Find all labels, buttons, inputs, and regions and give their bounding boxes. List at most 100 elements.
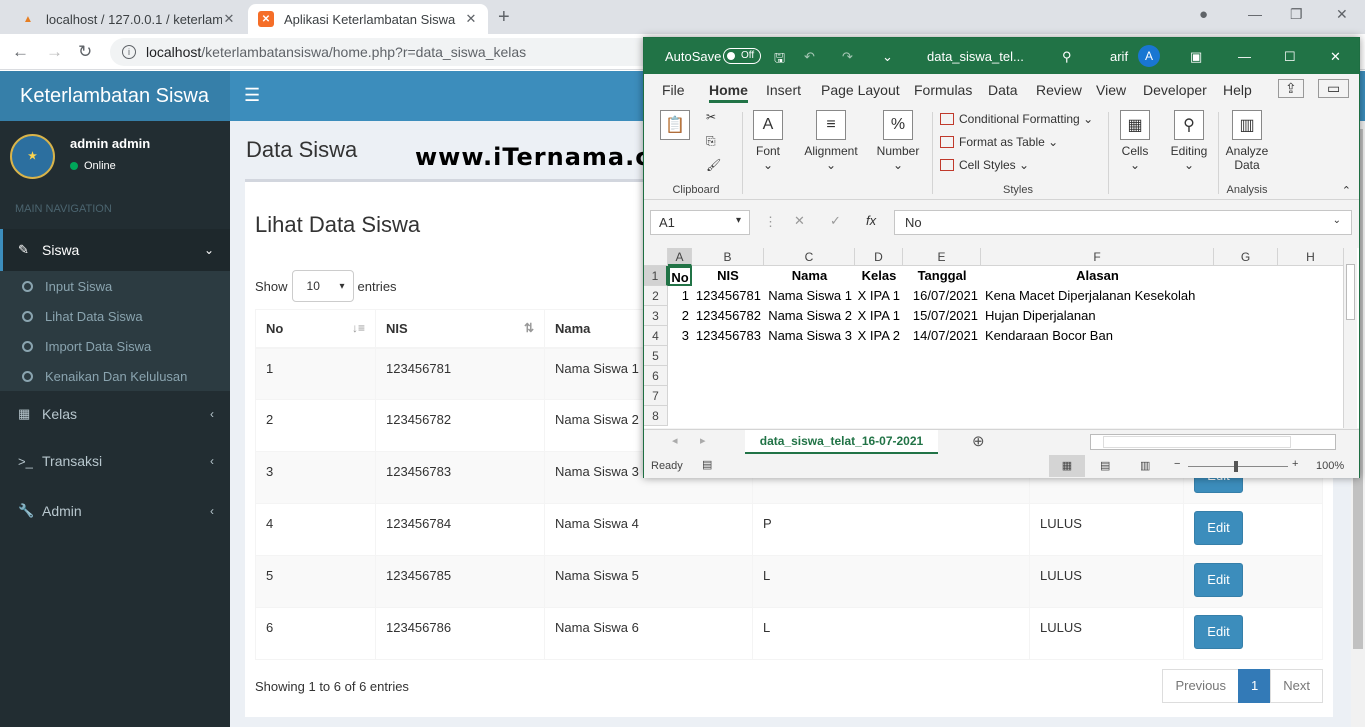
column-header[interactable]: C: [764, 248, 855, 266]
edit-button[interactable]: Edit: [1194, 563, 1243, 597]
zoom-slider[interactable]: [1188, 461, 1288, 472]
tab-page-layout[interactable]: Page Layout: [821, 82, 900, 98]
info-icon[interactable]: i: [122, 45, 136, 59]
collapse-ribbon-icon[interactable]: ⌃: [1342, 184, 1351, 197]
paste-icon[interactable]: 📋: [660, 110, 690, 140]
row-header[interactable]: 7: [644, 386, 668, 406]
spreadsheet-cell[interactable]: Nama: [764, 266, 855, 286]
row-header[interactable]: 1: [644, 266, 668, 286]
spreadsheet-cell[interactable]: Tanggal: [903, 266, 981, 286]
avatar[interactable]: A: [1138, 45, 1160, 67]
row-header[interactable]: 5: [644, 346, 668, 366]
next-button[interactable]: Next: [1270, 669, 1323, 703]
alignment-button[interactable]: ≡ Alignment ⌄: [798, 108, 864, 198]
close-tab-icon[interactable]: ✕: [222, 11, 236, 27]
spreadsheet-cell[interactable]: X IPA 1: [855, 286, 903, 306]
sidebar-item-transaksi[interactable]: >_ Transaksi ‹: [0, 437, 230, 485]
close-tab-icon[interactable]: ✕: [464, 11, 478, 27]
edit-button[interactable]: Edit: [1194, 615, 1243, 649]
profile-menu-icon[interactable]: ●: [1199, 6, 1208, 23]
column-header[interactable]: G: [1214, 248, 1278, 266]
insert-function-icon[interactable]: fx: [866, 213, 876, 228]
cancel-icon[interactable]: ✕: [794, 213, 805, 229]
tab-data[interactable]: Data: [988, 82, 1018, 98]
scrollbar-thumb[interactable]: [1346, 264, 1355, 320]
page-break-view-icon[interactable]: ▥: [1140, 459, 1150, 472]
spreadsheet-cell[interactable]: 16/07/2021: [903, 286, 981, 306]
minimize-icon[interactable]: —: [1238, 49, 1251, 64]
zoom-in-icon[interactable]: +: [1292, 458, 1298, 470]
browser-tab-active[interactable]: ✕ Aplikasi Keterlambatan Siswa ✕: [248, 4, 488, 34]
vertical-scrollbar[interactable]: [1343, 248, 1357, 428]
spreadsheet-cell[interactable]: 123456782: [692, 306, 764, 326]
scrollbar-thumb[interactable]: [1103, 436, 1291, 448]
close-window-icon[interactable]: ✕: [1336, 6, 1348, 23]
entries-select[interactable]: 10 ▾: [291, 270, 354, 302]
submenu-import-data-siswa[interactable]: Import Data Siswa: [0, 331, 230, 361]
submenu-lihat-data-siswa[interactable]: Lihat Data Siswa: [0, 301, 230, 331]
row-header[interactable]: 2: [644, 286, 668, 306]
spreadsheet-cell[interactable]: 15/07/2021: [903, 306, 981, 326]
spreadsheet-cell[interactable]: 2: [668, 306, 692, 326]
add-sheet-icon[interactable]: ⊕: [972, 432, 985, 450]
prev-sheet-icon[interactable]: ◂: [672, 434, 678, 447]
tab-view[interactable]: View: [1096, 82, 1126, 98]
comments-icon[interactable]: ▭: [1318, 79, 1350, 98]
customize-qat-icon[interactable]: ⌄: [882, 49, 893, 65]
tab-help[interactable]: Help: [1223, 82, 1252, 98]
spreadsheet-cell[interactable]: No: [668, 266, 692, 286]
spreadsheet-cell[interactable]: NIS: [692, 266, 764, 286]
row-header[interactable]: 3: [644, 306, 668, 326]
zoom-out-icon[interactable]: −: [1174, 458, 1180, 470]
spreadsheet-cell[interactable]: Alasan: [981, 266, 1214, 286]
spreadsheet-cell[interactable]: Kena Macet Diperjalanan Kesekolah: [981, 286, 1281, 306]
spreadsheet-cell[interactable]: Nama Siswa 1: [764, 286, 855, 306]
close-icon[interactable]: ✕: [1330, 49, 1341, 65]
column-header[interactable]: H: [1278, 248, 1344, 266]
previous-button[interactable]: Previous: [1162, 669, 1240, 703]
column-header[interactable]: F: [981, 248, 1214, 266]
column-header[interactable]: B: [692, 248, 764, 266]
cut-icon[interactable]: ✂: [706, 110, 716, 124]
maximize-icon[interactable]: ☐: [1284, 49, 1296, 65]
minimize-icon[interactable]: —: [1248, 6, 1262, 22]
undo-icon[interactable]: ↶: [804, 49, 815, 65]
formula-input[interactable]: No ⌄: [894, 210, 1352, 235]
tab-review[interactable]: Review: [1036, 82, 1082, 98]
spreadsheet-cell[interactable]: 123456781: [692, 286, 764, 306]
row-header[interactable]: 4: [644, 326, 668, 346]
reload-icon[interactable]: ↻: [78, 42, 92, 62]
page-layout-view-icon[interactable]: ▤: [1100, 459, 1110, 472]
spreadsheet-cell[interactable]: Kendaraan Bocor Ban: [981, 326, 1281, 346]
autosave-toggle[interactable]: Off: [723, 48, 761, 64]
accessibility-icon[interactable]: ▤: [702, 458, 712, 471]
submenu-input-siswa[interactable]: Input Siswa: [0, 271, 230, 301]
font-button[interactable]: A Font ⌄: [744, 108, 792, 198]
page-1-button[interactable]: 1: [1238, 669, 1272, 703]
horizontal-scrollbar[interactable]: [1090, 434, 1336, 450]
submenu-kenaikan[interactable]: Kenaikan Dan Kelulusan: [0, 361, 230, 391]
cells-button[interactable]: ▦ Cells ⌄: [1114, 108, 1156, 198]
spreadsheet-cell[interactable]: 3: [668, 326, 692, 346]
next-sheet-icon[interactable]: ▸: [700, 434, 706, 447]
redo-icon[interactable]: ↷: [842, 49, 853, 65]
spreadsheet-cell[interactable]: X IPA 1: [855, 306, 903, 326]
restore-icon[interactable]: ❐: [1290, 6, 1303, 23]
ribbon-display-icon[interactable]: ▣: [1190, 49, 1202, 65]
spreadsheet-cell[interactable]: Hujan Diperjalanan: [981, 306, 1281, 326]
copy-icon[interactable]: ⎘: [706, 134, 716, 149]
hamburger-menu-icon[interactable]: ☰: [244, 85, 260, 106]
spreadsheet-cell[interactable]: Nama Siswa 2: [764, 306, 855, 326]
sheet-tab[interactable]: data_siswa_telat_16-07-2021: [745, 430, 938, 454]
spreadsheet-cell[interactable]: Kelas: [855, 266, 903, 286]
name-box[interactable]: A1 ▾: [650, 210, 750, 235]
select-all-corner[interactable]: [644, 248, 668, 266]
forward-icon[interactable]: →: [46, 42, 63, 62]
column-header-nis[interactable]: NIS ⇅: [375, 309, 545, 349]
sidebar-item-kelas[interactable]: ▦ Kelas ‹: [0, 391, 230, 437]
format-painter-icon[interactable]: 🖌: [706, 158, 721, 172]
spreadsheet-cell[interactable]: 14/07/2021: [903, 326, 981, 346]
spreadsheet-cell[interactable]: Nama Siswa 3: [764, 326, 855, 346]
analyze-data-button[interactable]: ▥ Analyze Data Analysis: [1222, 108, 1272, 198]
row-header[interactable]: 8: [644, 406, 668, 426]
